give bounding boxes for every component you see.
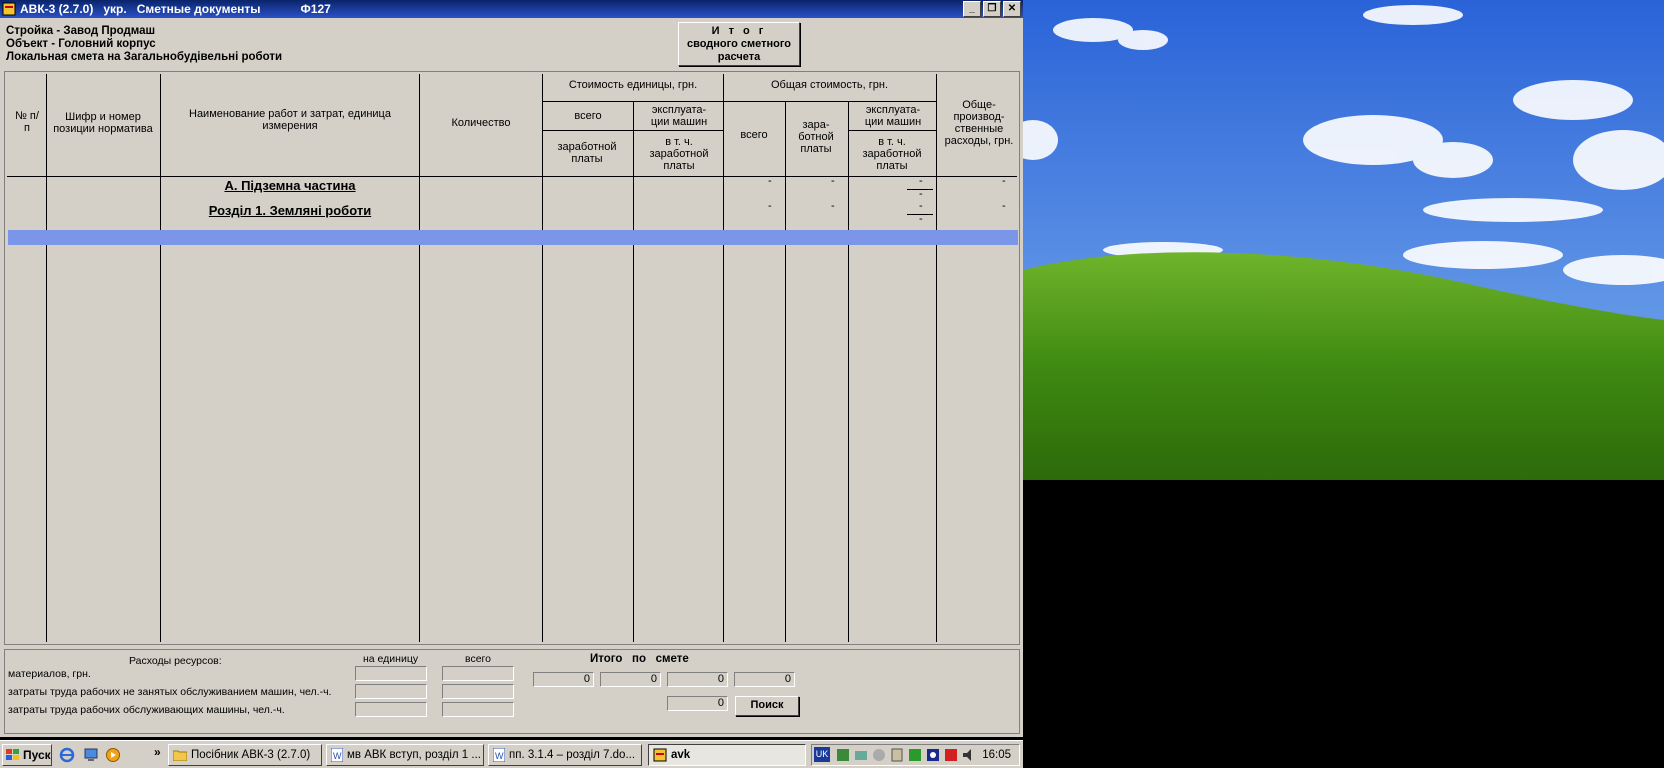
word-icon: W (331, 748, 343, 762)
title-bar[interactable]: АВК-3 (2.7.0) укр. Сметные документы Ф12… (0, 0, 1023, 18)
ie-icon[interactable] (59, 747, 75, 763)
tray-icon[interactable] (836, 748, 850, 762)
language-indicator[interactable]: UK (814, 747, 830, 762)
folder-icon (173, 750, 187, 761)
col-total-wage-incl: в т. ч. заработной платы (862, 136, 922, 172)
itogo-value-2: 0 (600, 672, 661, 687)
avk-icon (653, 748, 667, 762)
restore-button[interactable]: ❐ (983, 1, 1001, 17)
col-total-wage: зара-ботной платы (798, 119, 834, 155)
labor-nonmachine-total-field[interactable] (442, 684, 514, 699)
clock[interactable]: 16:05 (982, 749, 1011, 761)
word-icon: W (493, 748, 505, 762)
per-unit-label: на единицу (363, 653, 419, 665)
svg-text:W: W (333, 751, 342, 761)
col-unit-wage: заработной платы (557, 141, 617, 165)
system-tray: UK 16:05 (811, 744, 1020, 766)
col-code: Шифр и номер позиции норматива (53, 111, 153, 135)
windows-logo-icon (6, 749, 19, 760)
taskbar-item[interactable]: Посібник АВК-3 (2.7.0) (168, 744, 322, 766)
desktop-wallpaper (1023, 0, 1664, 480)
labor-nonmachine-label: затраты труда рабочих не занятых обслужи… (8, 686, 332, 698)
itogo-value-5: 0 (667, 696, 728, 711)
summary-estimate-button[interactable]: И т о г сводного сметного расчета (678, 22, 800, 66)
tray-icon[interactable] (854, 748, 868, 762)
materials-total-field[interactable] (442, 666, 514, 681)
labor-machine-per-unit-field[interactable] (355, 702, 427, 717)
col-unit-wage-incl: в т. ч. заработной платы (649, 136, 709, 172)
media-player-icon[interactable] (105, 747, 121, 763)
itogo-title: Итого по смете (590, 653, 689, 665)
itogo-value-3: 0 (667, 672, 728, 687)
quicklaunch-chevron[interactable]: » (154, 745, 161, 759)
col-total-all: всего (740, 129, 768, 141)
col-name: Наименование работ и затрат, единица изм… (189, 108, 391, 132)
resources-title: Расходы ресурсов: (129, 655, 222, 667)
labor-nonmachine-per-unit-field[interactable] (355, 684, 427, 699)
section-title[interactable]: Розділ 1. Земляні роботи (161, 203, 419, 218)
col-number: № п/п (15, 110, 39, 134)
materials-per-unit-field[interactable] (355, 666, 427, 681)
svg-text:W: W (495, 751, 504, 761)
title-lang: укр. (103, 2, 127, 16)
desktop-icon[interactable] (83, 747, 99, 763)
title-app: АВК-3 (2.7.0) (20, 2, 94, 16)
tray-icon[interactable] (926, 748, 940, 762)
minimize-button[interactable]: _ (963, 1, 981, 17)
tray-icon[interactable] (908, 748, 922, 762)
taskbar: Пуск » Посібник АВК-3 (2.7.0) W мв АВК в… (0, 740, 1023, 768)
col-overhead: Обще-производ-ственные расходы, грн. (944, 99, 1014, 147)
title-form: Ф127 (300, 2, 331, 16)
search-button[interactable]: Поиск (735, 696, 799, 716)
itogo-value-4: 0 (734, 672, 795, 687)
resources-panel: Расходы ресурсов: на единицу всего матер… (4, 649, 1020, 734)
total-label: всего (465, 653, 491, 665)
volume-icon[interactable] (962, 748, 976, 762)
estimate-header: Стройка - Завод Продмаш Объект - Головни… (6, 25, 282, 64)
start-button[interactable]: Пуск (2, 744, 52, 766)
itogo-value-1: 0 (533, 672, 594, 687)
materials-label: материалов, грн. (8, 668, 91, 680)
labor-machine-total-field[interactable] (442, 702, 514, 717)
taskbar-item[interactable]: W пп. 3.1.4 – розділ 7.do... (488, 744, 642, 766)
labor-machine-label: затраты труда рабочих обслуживающих маши… (8, 704, 285, 716)
selected-row[interactable] (8, 230, 1018, 245)
title-doc: Сметные документы (136, 2, 261, 16)
taskbar-item[interactable]: W мв АВК вступ, розділ 1 ... (326, 744, 484, 766)
taskbar-item-active[interactable]: avk (648, 744, 806, 766)
construction-line: Стройка - Завод Продмаш (6, 25, 156, 37)
tray-icon[interactable] (872, 748, 886, 762)
section-title[interactable]: А. Підземна частина (161, 178, 419, 193)
tray-icon[interactable] (944, 748, 958, 762)
app-window: АВК-3 (2.7.0) укр. Сметные документы Ф12… (0, 0, 1023, 737)
object-line: Объект - Головний корпус (6, 38, 156, 50)
estimate-grid[interactable]: № п/п Шифр и номер позиции норматива Наи… (4, 71, 1020, 645)
close-button[interactable]: ✕ (1003, 1, 1021, 17)
col-unit-machines: эксплуата-ции машин (650, 104, 708, 128)
tray-icon[interactable] (890, 748, 904, 762)
estimate-line: Локальная смета на Загальнобудівельні ро… (6, 51, 283, 63)
col-total-cost-group: Общая стоимость, грн. (770, 79, 889, 91)
app-icon (2, 2, 16, 16)
col-total-machines: эксплуата-ции машин (864, 104, 922, 128)
col-unit-cost-group: Стоимость единицы, грн. (568, 79, 698, 91)
col-quantity: Количество (451, 117, 511, 129)
start-label: Пуск (23, 748, 51, 762)
col-unit-total: всего (574, 110, 602, 122)
